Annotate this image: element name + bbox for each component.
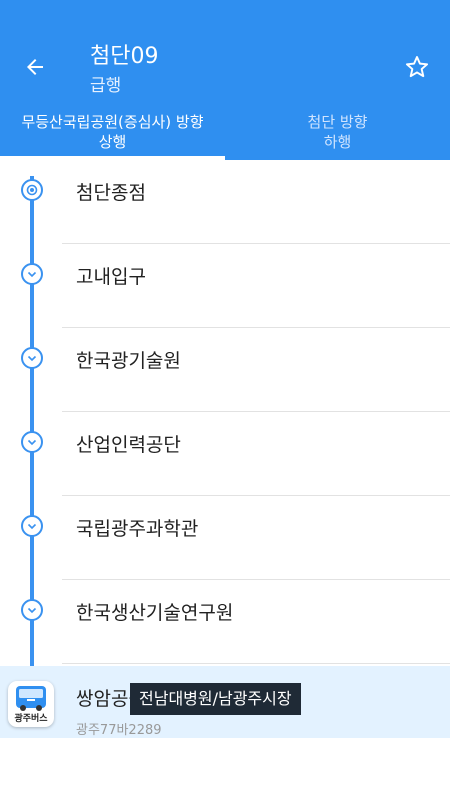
back-button[interactable] [16,48,54,86]
stop-name: 고내입구 [76,266,146,288]
bus-graphic [16,686,46,711]
bus-icon[interactable]: 광주버스 [8,681,54,727]
stop-item[interactable]: 한국광기술원 [0,328,450,412]
star-outline-icon [405,56,429,78]
tab-downbound-label: 하행 [323,133,352,151]
chevron-down-icon [21,599,43,621]
arrow-left-icon [27,59,43,75]
tab-upbound-direction: 무등산국립공원(증심사) 방향 [21,113,204,131]
stop-list: 첨단종점 고내입구 한국광기술원 산업인력공단 국립광주과학관 한국생산기술연구… [0,160,450,738]
bottom-area [0,738,450,800]
bus-plate-number: 광주77바2289 [76,723,162,738]
header: 첨단09 급행 무등산국립공원(증심사) 방향 상행 첨단 방향 하행 [0,0,450,160]
stop-item[interactable]: 산업인력공단 [0,412,450,496]
stop-name: 첨단종점 [76,182,146,204]
direction-tabs: 무등산국립공원(증심사) 방향 상행 첨단 방향 하행 [0,104,450,160]
route-type: 급행 [90,76,122,96]
chevron-down-icon [21,347,43,369]
stop-name: 국립광주과학관 [76,518,199,540]
chevron-down-icon [21,263,43,285]
tab-upbound[interactable]: 무등산국립공원(증심사) 방향 상행 [0,104,225,160]
tab-downbound-direction: 첨단 방향 [307,113,368,131]
stop-item[interactable]: 첨단종점 [0,160,450,244]
next-stop-tooltip: 전남대병원/남광주시장 [130,683,301,715]
tab-downbound[interactable]: 첨단 방향 하행 [225,104,450,160]
bus-company-label: 광주버스 [14,714,48,724]
route-title: 첨단09 [90,44,159,69]
chevron-down-icon [21,431,43,453]
current-stop-item[interactable]: 쌍암공원 광주77바2289 광주버스 전남대병원/남광주시장 [0,666,450,738]
stop-name: 한국생산기술연구원 [76,602,234,624]
chevron-down-icon [21,515,43,537]
stop-item[interactable]: 한국생산기술연구원 [0,580,450,664]
origin-marker-icon [21,179,43,201]
tab-upbound-label: 상행 [98,133,127,151]
favorite-button[interactable] [398,48,436,86]
stop-item[interactable]: 국립광주과학관 [0,496,450,580]
stop-name: 산업인력공단 [76,434,181,456]
stop-name: 한국광기술원 [76,350,181,372]
divider [62,663,450,664]
status-bar [0,0,450,24]
stop-item[interactable]: 고내입구 [0,244,450,328]
